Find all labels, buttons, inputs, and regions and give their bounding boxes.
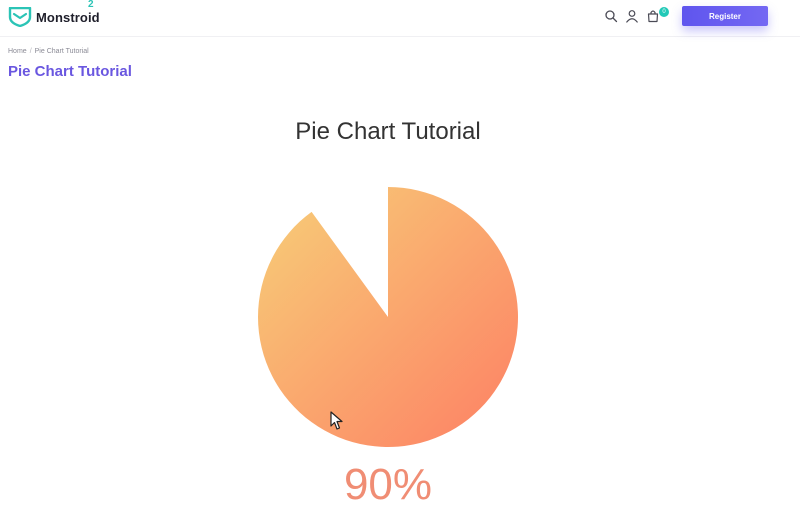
search-icon[interactable] (604, 9, 618, 23)
chart-title: Pie Chart Tutorial (295, 118, 481, 145)
cart-icon[interactable] (646, 9, 660, 23)
breadcrumb-separator: / (29, 48, 32, 55)
register-button[interactable]: Register (682, 6, 768, 26)
user-icon[interactable] (625, 9, 639, 23)
logo[interactable]: Monstroid (8, 4, 100, 30)
breadcrumb-current: Pie Chart Tutorial (34, 48, 89, 55)
site-header: Monstroid 2 0 Register (0, 0, 800, 37)
page-title: Pie Chart Tutorial (8, 63, 132, 80)
percent-label: 90% (343, 460, 433, 509)
brand-name: Monstroid (36, 9, 100, 25)
brand-superscript: 2 (88, 0, 94, 10)
breadcrumb-home-link[interactable]: Home (8, 48, 27, 55)
pie-slice-value (258, 187, 518, 447)
shield-logo-icon (8, 7, 32, 27)
pie-chart (258, 187, 518, 447)
cart-count-badge: 0 (659, 7, 669, 17)
mouse-cursor-icon (330, 411, 343, 430)
breadcrumb: Home / Pie Chart Tutorial (8, 48, 89, 55)
